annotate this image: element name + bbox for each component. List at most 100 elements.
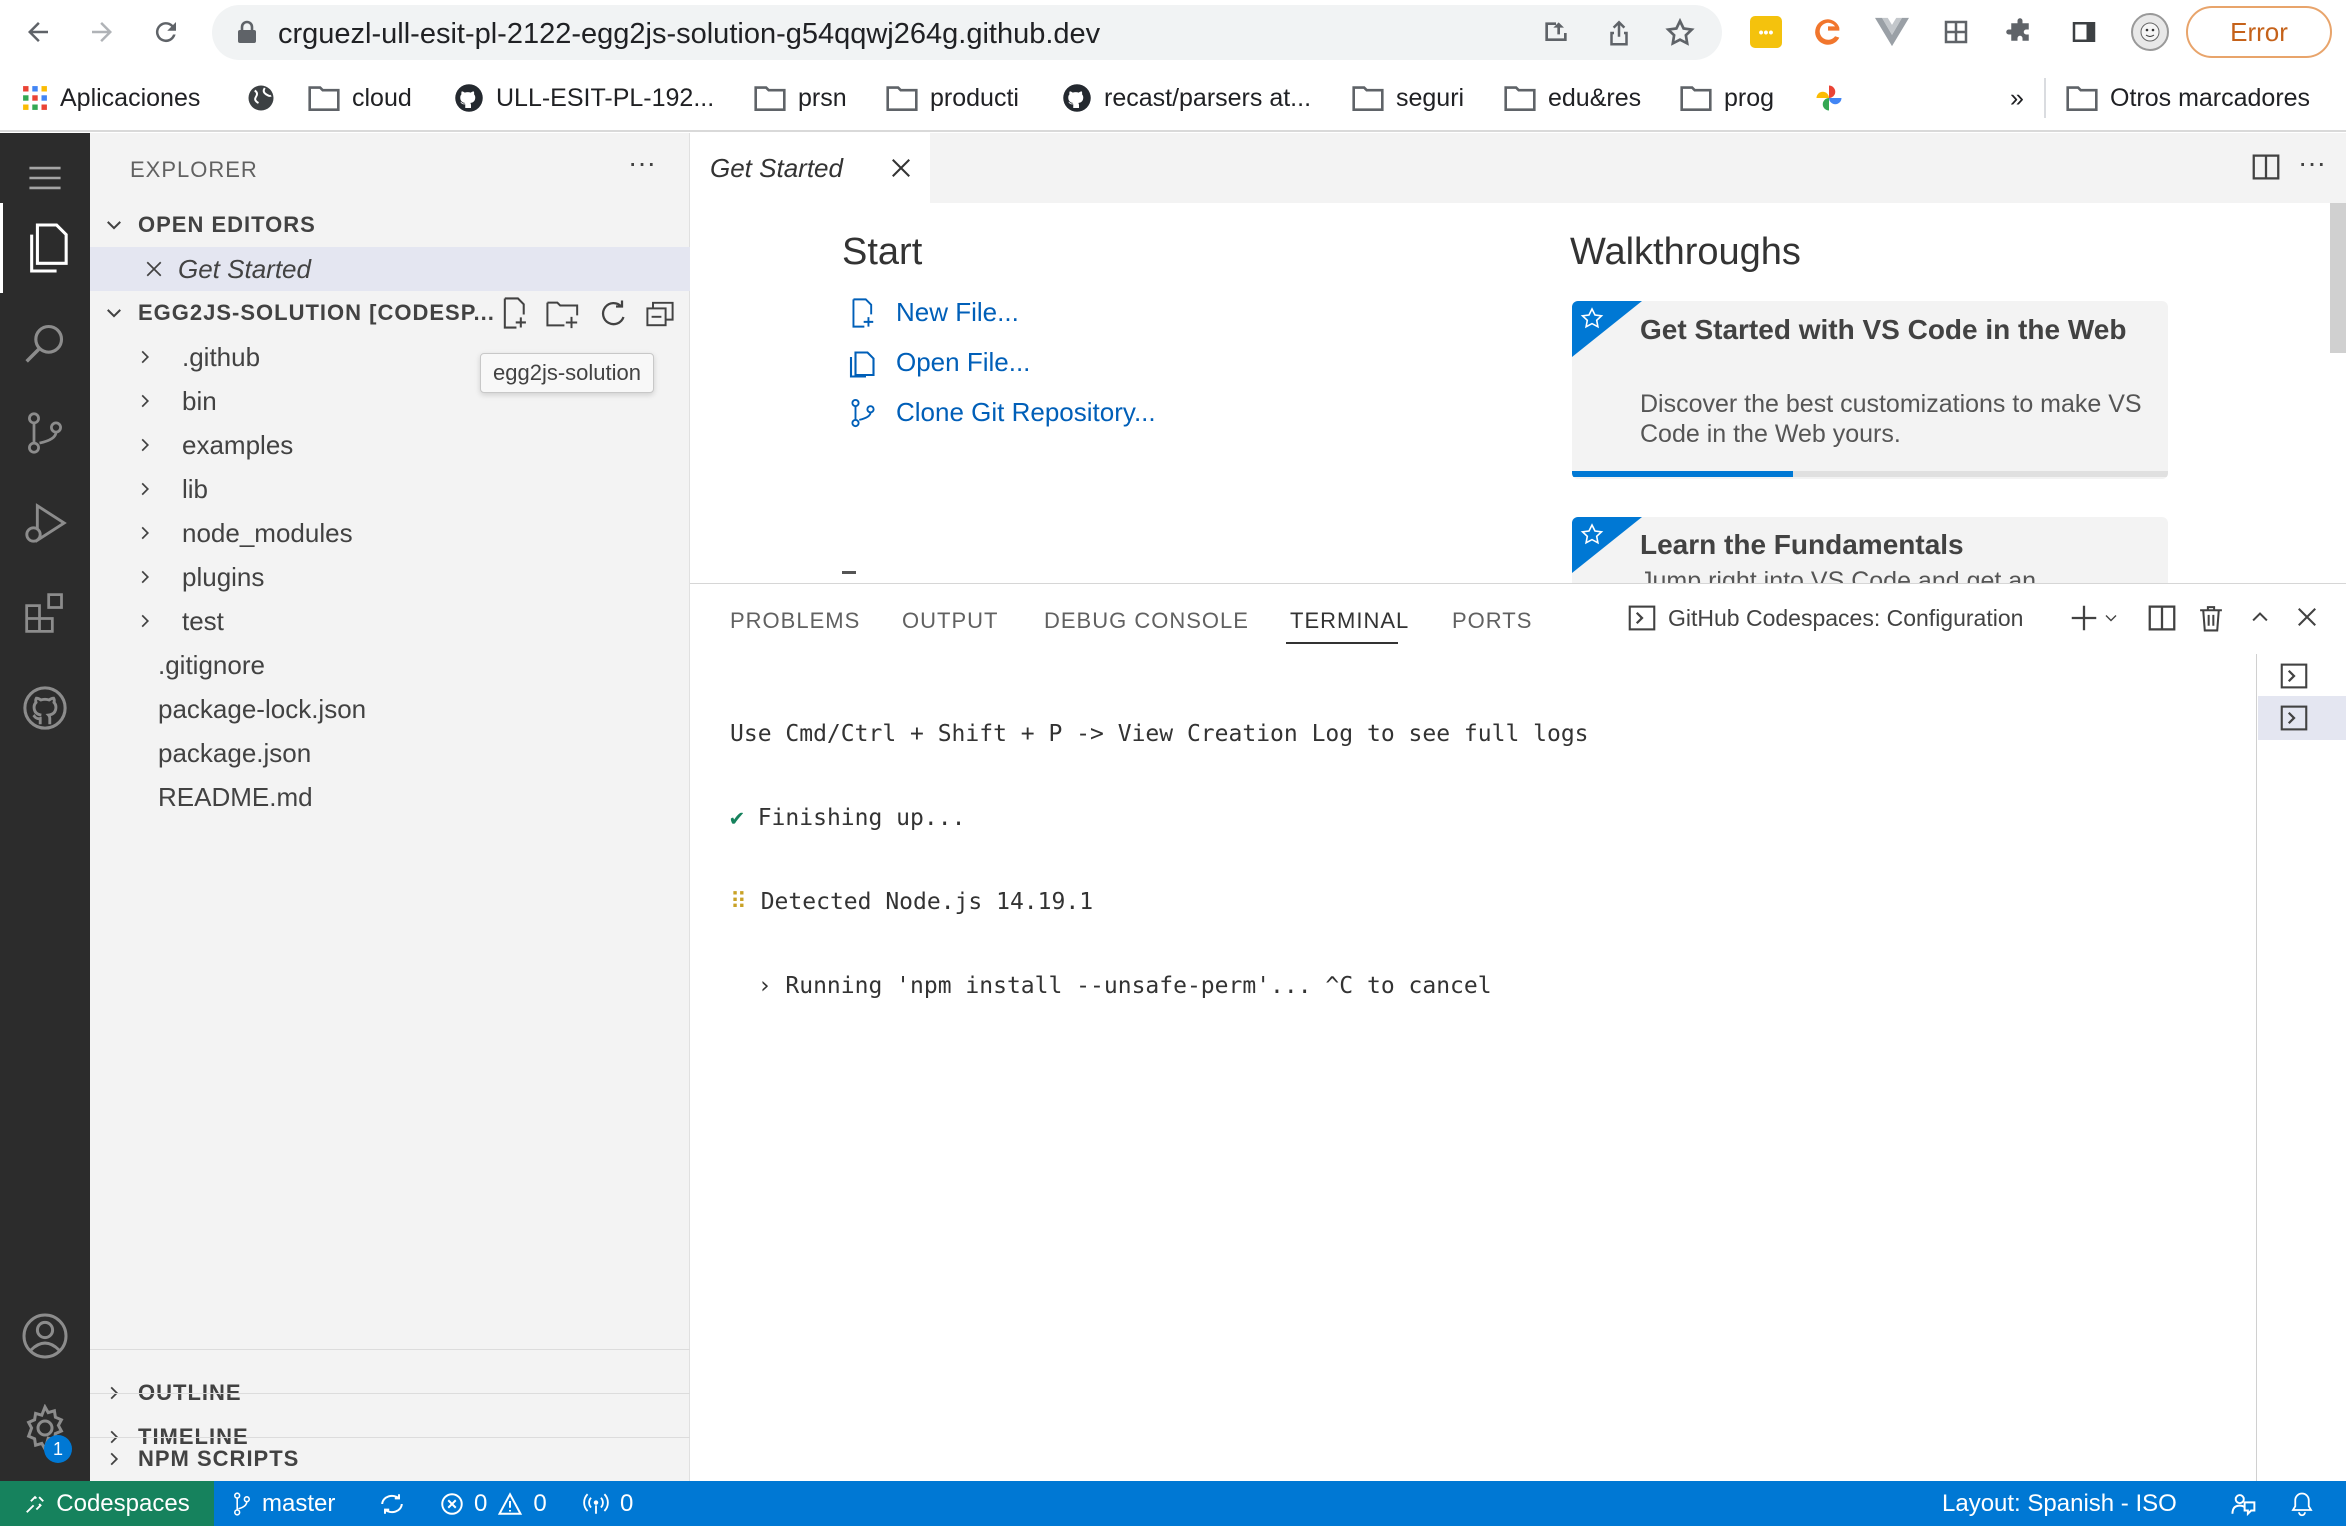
tree-file[interactable]: package-lock.json [90, 687, 690, 731]
notifications-button[interactable] [2290, 1481, 2314, 1526]
tab-output[interactable]: OUTPUT [902, 608, 998, 634]
keyboard-layout-indicator[interactable]: Layout: Spanish - ISO [1942, 1481, 2177, 1526]
refresh-explorer-button[interactable] [598, 299, 628, 329]
tab-ports[interactable]: PORTS [1452, 608, 1532, 634]
terminal-list-item-1[interactable] [2280, 662, 2308, 690]
tree-folder[interactable]: node_modules [90, 511, 690, 555]
kill-terminal-button[interactable] [2198, 604, 2224, 632]
bookmark-folder-edures[interactable]: edu&res [1504, 78, 1641, 118]
tab-problems[interactable]: PROBLEMS [730, 608, 860, 634]
walkthrough-card-get-started-web[interactable]: Get Started with VS Code in the Web Disc… [1572, 301, 2168, 479]
extension-password-icon[interactable]: ••• [1746, 12, 1786, 52]
ports-indicator[interactable]: 0 [582, 1481, 633, 1526]
explorer-view-button[interactable] [0, 203, 90, 293]
bookmark-ull-esit[interactable]: ULL-ESIT-PL-192... [454, 78, 714, 118]
source-control-view-button[interactable] [0, 388, 90, 478]
browser-error-button[interactable]: Error [2186, 6, 2332, 58]
run-debug-icon [25, 503, 67, 543]
sidebar-more-actions-button[interactable]: ··· [628, 147, 656, 179]
collapse-folders-button[interactable] [646, 301, 674, 327]
close-icon[interactable] [890, 157, 912, 179]
globe-icon [248, 85, 274, 111]
open-editor-item[interactable]: Get Started [90, 247, 690, 291]
search-view-button[interactable] [0, 298, 90, 388]
back-button[interactable] [14, 8, 62, 56]
walkthrough-card-fundamentals[interactable]: Learn the Fundamentals Jump right into V… [1572, 517, 2168, 583]
side-panel-icon[interactable] [2064, 12, 2104, 52]
split-editor-button[interactable] [2252, 153, 2280, 181]
close-icon[interactable] [140, 260, 168, 278]
branch-label: master [262, 1489, 336, 1517]
clone-repo-link[interactable]: Clone Git Repository... [848, 397, 1156, 428]
extension-grid-icon[interactable] [1936, 12, 1976, 52]
ports-count: 0 [620, 1489, 634, 1517]
extension-grammarly-icon[interactable] [1808, 12, 1848, 52]
split-terminal-button[interactable] [2148, 604, 2176, 632]
tab-terminal[interactable]: TERMINAL [1290, 608, 1409, 634]
terminal-selector[interactable]: GitHub Codespaces: Configuration [1628, 604, 2023, 632]
tree-folder[interactable]: lib [90, 467, 690, 511]
bookmark-other[interactable]: Otros marcadores [2066, 78, 2310, 118]
new-terminal-button[interactable] [2070, 604, 2098, 632]
bookmark-recast[interactable]: recast/parsers at... [1062, 78, 1311, 118]
bookmark-folder-cloud[interactable]: cloud [308, 78, 412, 118]
bookmark-folder-seguri[interactable]: seguri [1352, 78, 1464, 118]
terminal-dropdown-button[interactable] [2102, 610, 2120, 626]
bookmark-folder-prog[interactable]: prog [1680, 78, 1774, 118]
extension-vue-icon[interactable] [1872, 12, 1912, 52]
remote-indicator[interactable]: Codespaces [0, 1481, 214, 1526]
section-divider [90, 1393, 690, 1394]
bookmarks-overflow-button[interactable]: » [2010, 78, 2024, 118]
branch-indicator[interactable]: master [232, 1481, 335, 1526]
tree-folder[interactable]: examples [90, 423, 690, 467]
section-divider [90, 1349, 690, 1350]
bookmark-photos[interactable] [1814, 78, 1844, 118]
maximize-panel-button[interactable] [2248, 606, 2272, 628]
problems-indicator[interactable]: 0 0 [440, 1481, 547, 1526]
link-label: New File... [896, 297, 1019, 327]
tree-file[interactable]: README.md [90, 775, 690, 819]
terminal-list-divider [2256, 654, 2257, 1482]
address-bar[interactable]: crguezl-ull-esit-pl-2122-egg2js-solution… [212, 5, 1722, 60]
tree-folder[interactable]: plugins [90, 555, 690, 599]
run-debug-view-button[interactable] [0, 478, 90, 568]
new-file-link[interactable]: New File... [848, 297, 1019, 328]
collapse-all-icon [646, 301, 674, 327]
new-folder-button[interactable] [546, 299, 580, 329]
forward-button[interactable] [78, 8, 126, 56]
sync-button[interactable] [378, 1481, 406, 1526]
editor-scrollbar[interactable] [2330, 203, 2346, 353]
bookmark-globe[interactable] [246, 78, 276, 118]
terminal-output[interactable]: Use Cmd/Ctrl + Shift + P -> View Creatio… [730, 664, 1589, 1056]
extensions-puzzle-icon[interactable] [2000, 12, 2040, 52]
manage-settings-button[interactable]: 1 [0, 1383, 90, 1473]
url-text[interactable]: crguezl-ull-esit-pl-2122-egg2js-solution… [278, 18, 1100, 51]
new-file-button[interactable] [500, 297, 530, 329]
tab-debug-console[interactable]: DEBUG CONSOLE [1044, 608, 1249, 634]
apps-grid-icon [23, 86, 47, 110]
open-file-link[interactable]: Open File... [848, 347, 1030, 378]
github-view-button[interactable] [0, 663, 90, 753]
feedback-button[interactable] [2230, 1481, 2256, 1526]
reload-button[interactable] [142, 8, 190, 56]
profile-avatar[interactable] [2130, 12, 2170, 52]
terminal-line-text: Detected Node.js 14.19.1 [746, 889, 1094, 915]
bookmark-folder-producti[interactable]: producti [886, 78, 1019, 118]
bookmark-apps[interactable]: Aplicaciones [22, 78, 200, 118]
tree-file[interactable]: package.json [90, 731, 690, 775]
accounts-button[interactable] [0, 1291, 90, 1381]
refresh-icon [601, 300, 625, 326]
terminal-list-item-2[interactable] [2258, 696, 2346, 740]
tab-get-started[interactable]: Get Started [690, 133, 930, 203]
tree-folder[interactable]: test [90, 599, 690, 643]
npm-scripts-section-header[interactable]: NPM SCRIPTS [90, 1437, 690, 1481]
tree-file[interactable]: .gitignore [90, 643, 690, 687]
bookmark-folder-prsn[interactable]: prsn [754, 78, 847, 118]
google-photos-icon [1816, 85, 1842, 111]
folder-icon [1680, 86, 1712, 111]
extensions-view-button[interactable] [0, 568, 90, 658]
close-panel-button[interactable] [2296, 606, 2318, 628]
editor-more-actions-button[interactable]: ··· [2298, 147, 2326, 179]
status-bar: Codespaces master 0 0 0 Layout: Spanish … [0, 1481, 2346, 1526]
open-editors-section-header[interactable]: OPEN EDITORS [90, 203, 690, 247]
